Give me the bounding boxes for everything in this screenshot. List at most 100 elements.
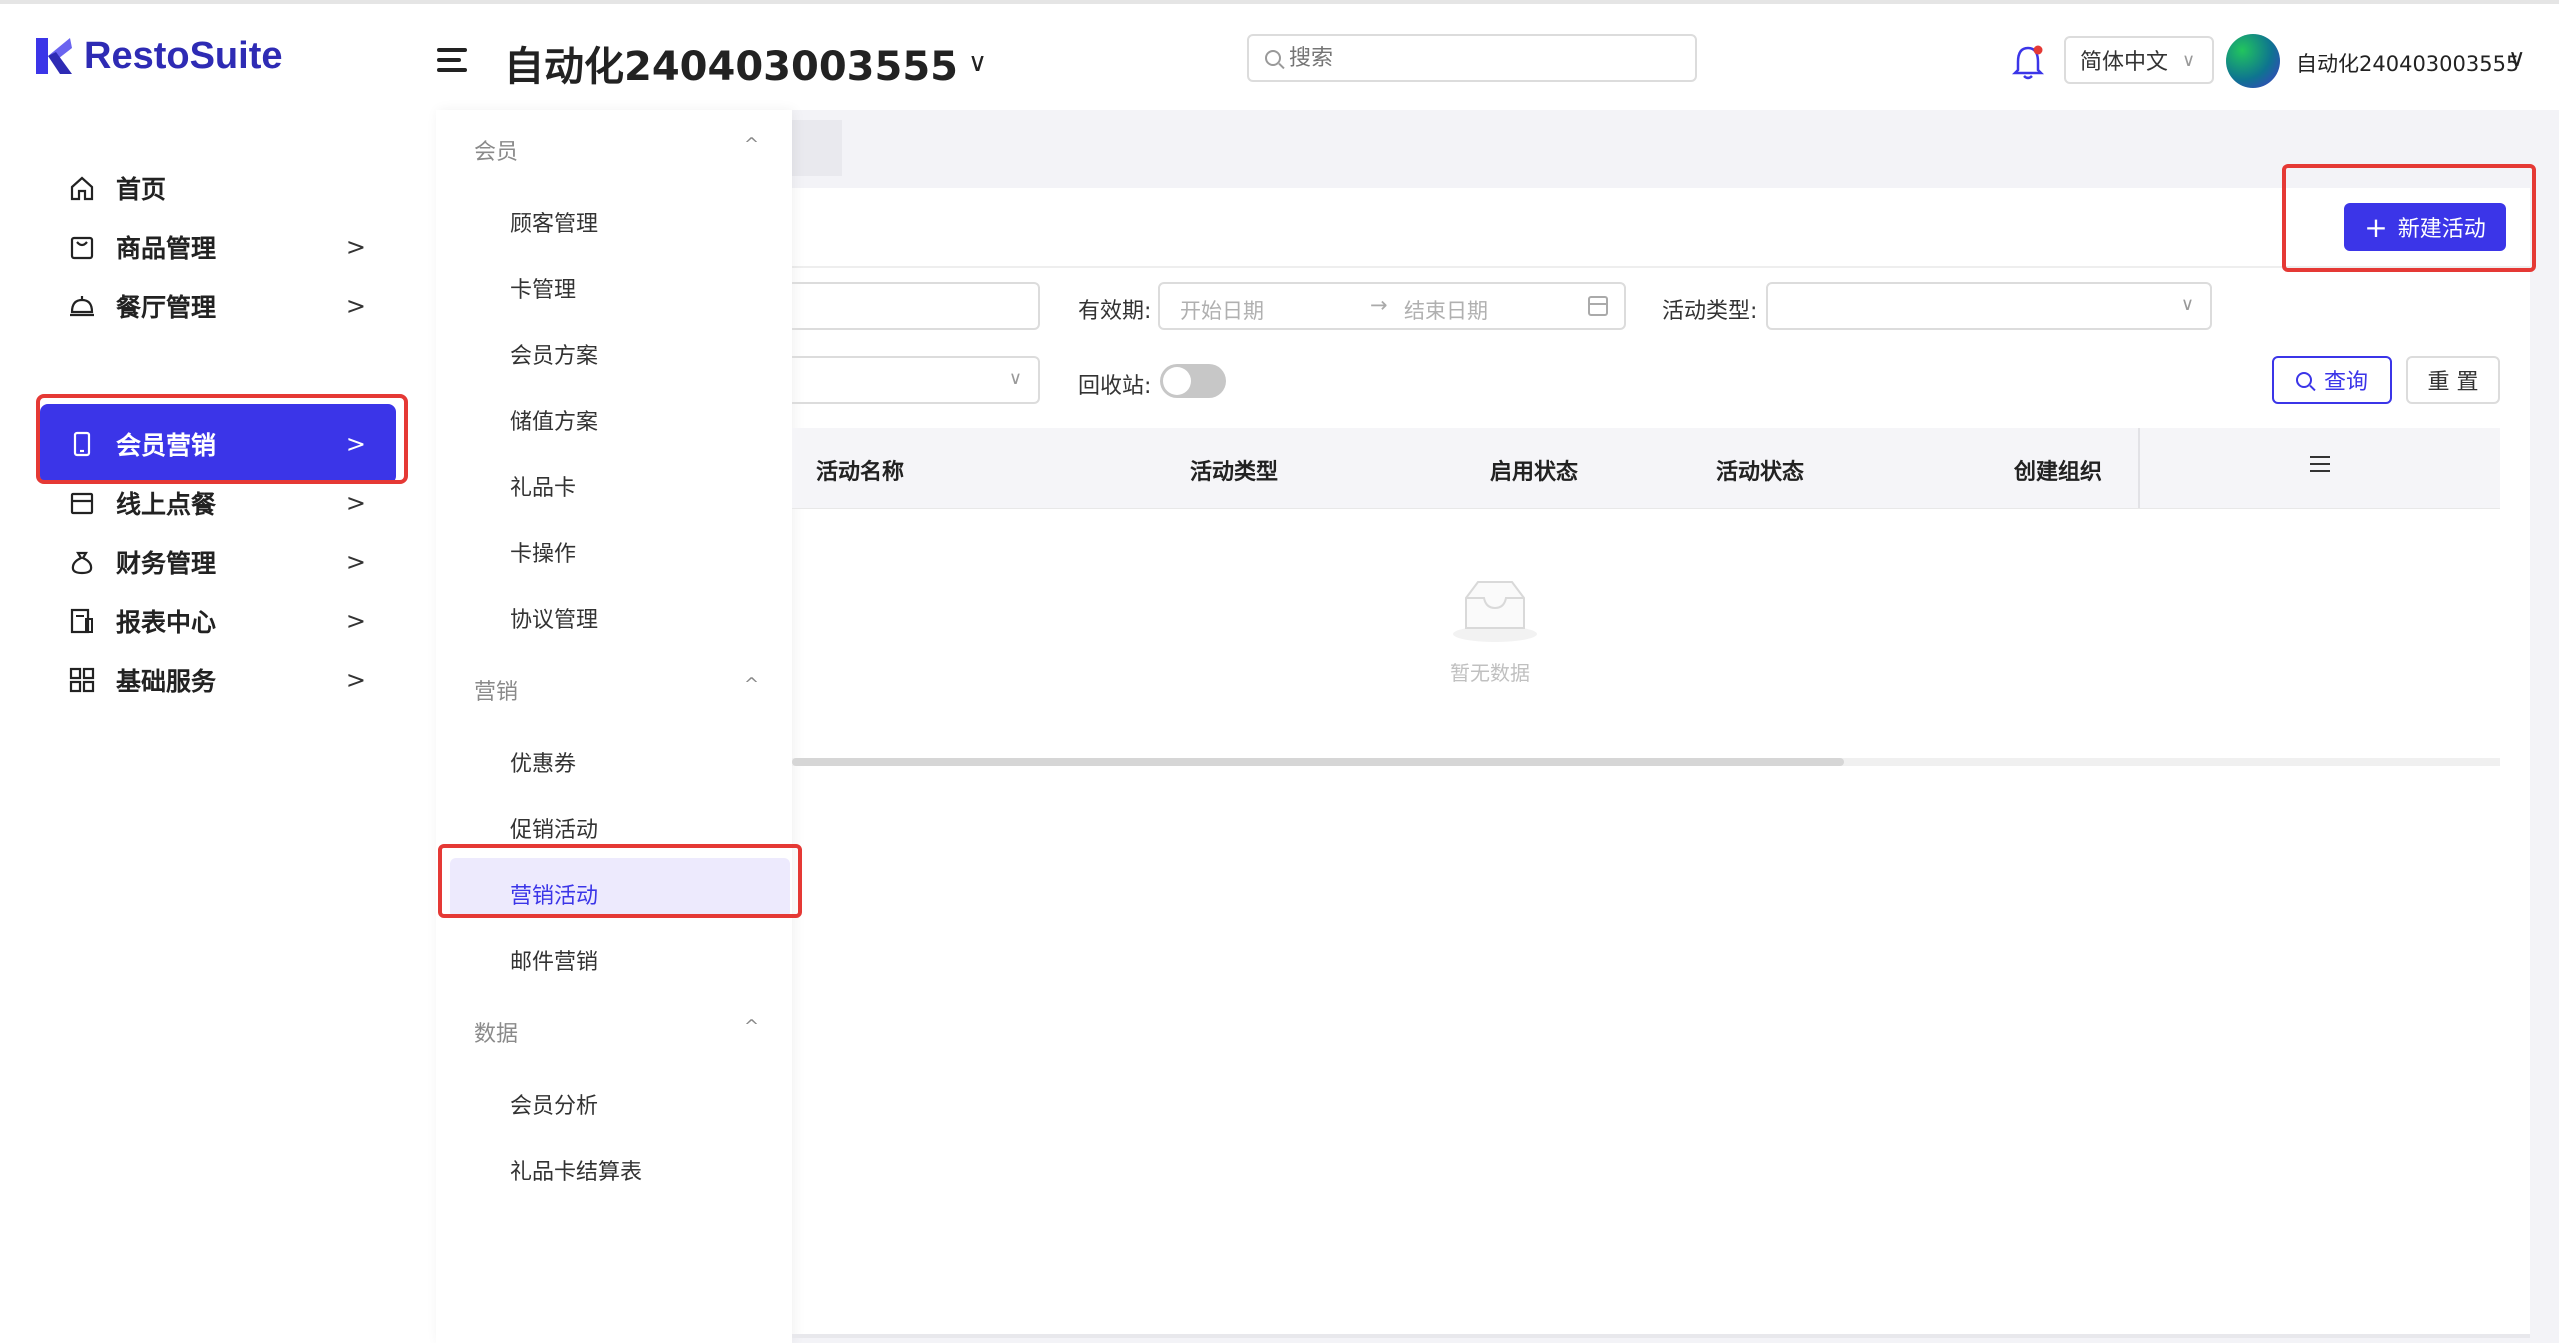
table-body-divider bbox=[792, 508, 2500, 509]
logo-text: RestoSuite bbox=[84, 34, 283, 77]
search-box[interactable] bbox=[1247, 34, 1697, 82]
query-button[interactable]: 查询 bbox=[2272, 356, 2392, 404]
tab-strip bbox=[792, 110, 2559, 186]
divider bbox=[792, 266, 2530, 268]
submenu-item-agreement-management[interactable]: 协议管理 bbox=[510, 602, 598, 634]
chevron-right-icon: > bbox=[345, 233, 366, 261]
campaign-type-label: 活动类型: bbox=[1662, 299, 1758, 324]
submenu-item-member-plan[interactable]: 会员方案 bbox=[510, 338, 598, 370]
name-filter-input[interactable] bbox=[792, 282, 1040, 330]
search-icon bbox=[2295, 372, 2312, 388]
sidebar-item-label: 线上点餐 bbox=[116, 490, 217, 519]
submenu-item-gift-card[interactable]: 礼品卡 bbox=[510, 470, 576, 502]
grid-icon bbox=[69, 667, 95, 693]
sidebar-item-label: 首页 bbox=[116, 175, 167, 204]
horizontal-scrollbar[interactable] bbox=[792, 758, 2500, 766]
submenu-panel: 会员 ^ 顾客管理 卡管理 会员方案 储值方案 礼品卡 卡操作 协议管理 营销 … bbox=[436, 110, 792, 1343]
submenu-item-member-analysis[interactable]: 会员分析 bbox=[510, 1088, 598, 1120]
notification-bell-icon[interactable] bbox=[2010, 42, 2046, 82]
end-date-placeholder: 结束日期 bbox=[1404, 299, 1488, 323]
chevron-right-icon: > bbox=[345, 292, 366, 320]
store-title: 自动化240403003555 bbox=[504, 44, 958, 90]
status-filter-select[interactable]: ∨ bbox=[792, 356, 1040, 404]
bag-icon bbox=[70, 236, 94, 260]
report-icon bbox=[70, 608, 93, 634]
chevron-up-icon[interactable]: ^ bbox=[744, 134, 759, 155]
chevron-down-icon: ∨ bbox=[2182, 49, 2196, 71]
plus-icon: + bbox=[2364, 210, 2388, 244]
app-header: RestoSuite 自动化240403003555 ∨ 简体中文 ∨ 自动化2… bbox=[0, 4, 2559, 110]
submenu-item-gift-card-settlement[interactable]: 礼品卡结算表 bbox=[510, 1154, 642, 1186]
username[interactable]: 自动化240403003555 bbox=[2296, 48, 2519, 78]
sidebar-item-basic-services[interactable]: 基础服务 > bbox=[40, 640, 396, 720]
sidebar-item-label: 报表中心 bbox=[116, 608, 217, 637]
submenu-group-member[interactable]: 会员 bbox=[474, 134, 518, 166]
search-icon bbox=[1265, 50, 1281, 66]
empty-state-text: 暂无数据 bbox=[1450, 661, 1530, 685]
column-header-campaign-type[interactable]: 活动类型 bbox=[1190, 454, 1278, 486]
chevron-up-icon[interactable]: ^ bbox=[744, 1016, 759, 1037]
column-header-created-org[interactable]: 创建组织 bbox=[2014, 454, 2102, 486]
menu-toggle-icon[interactable] bbox=[437, 48, 469, 80]
date-range-picker[interactable]: 开始日期 → 结束日期 bbox=[1158, 282, 1626, 330]
start-date-placeholder: 开始日期 bbox=[1180, 299, 1264, 323]
arrow-right-icon: → bbox=[1370, 293, 1388, 317]
chevron-right-icon: > bbox=[345, 607, 366, 635]
chevron-up-icon[interactable]: ^ bbox=[744, 674, 759, 695]
main-sidebar: 首页 商品管理 > 餐厅管理 > 会员营销 > 线上点餐 > 财务管理 > 报表… bbox=[0, 110, 430, 1343]
submenu-item-stored-value-plan[interactable]: 储值方案 bbox=[510, 404, 598, 436]
new-campaign-button[interactable]: + 新建活动 bbox=[2344, 203, 2506, 251]
chevron-down-icon: ∨ bbox=[967, 48, 988, 78]
query-label: 查询 bbox=[2323, 370, 2368, 395]
chevron-right-icon: > bbox=[345, 548, 366, 576]
submenu-item-customer-management[interactable]: 顾客管理 bbox=[510, 206, 598, 238]
submenu-group-data[interactable]: 数据 bbox=[474, 1016, 518, 1048]
submenu-item-marketing-campaign[interactable]: 营销活动 bbox=[510, 878, 598, 910]
sidebar-item-label: 会员营销 bbox=[116, 431, 217, 460]
column-header-campaign-name[interactable]: 活动名称 bbox=[816, 454, 904, 486]
submenu-group-marketing[interactable]: 营销 bbox=[474, 674, 518, 706]
submenu-item-card-operation[interactable]: 卡操作 bbox=[510, 536, 576, 568]
reset-label: 重 置 bbox=[2427, 370, 2479, 395]
chevron-right-icon: > bbox=[345, 666, 366, 694]
sidebar-item-label: 财务管理 bbox=[116, 549, 217, 578]
language-select[interactable]: 简体中文 ∨ bbox=[2064, 36, 2214, 84]
chevron-right-icon: > bbox=[345, 489, 366, 517]
cloche-icon bbox=[70, 296, 94, 317]
reset-button[interactable]: 重 置 bbox=[2406, 356, 2500, 404]
column-settings-icon[interactable] bbox=[2310, 456, 2330, 474]
tab[interactable] bbox=[792, 120, 842, 176]
tray-icon bbox=[70, 492, 94, 515]
search-input[interactable] bbox=[1289, 45, 1669, 71]
chevron-down-icon: ∨ bbox=[1008, 368, 1022, 389]
sidebar-item-label: 基础服务 bbox=[116, 667, 217, 696]
user-menu-chevron-icon[interactable]: ∨ bbox=[2508, 44, 2526, 72]
submenu-item-card-management[interactable]: 卡管理 bbox=[510, 272, 576, 304]
phone-icon bbox=[73, 431, 91, 457]
avatar[interactable] bbox=[2226, 34, 2280, 88]
submenu-active-background bbox=[450, 858, 790, 918]
campaign-type-select[interactable]: ∨ bbox=[1766, 282, 2212, 330]
calendar-icon bbox=[1588, 296, 1608, 316]
language-value: 简体中文 bbox=[2080, 50, 2169, 75]
toggle-knob bbox=[1163, 367, 1191, 395]
recycle-bin-toggle[interactable] bbox=[1160, 364, 1226, 398]
submenu-item-email-marketing[interactable]: 邮件营销 bbox=[510, 944, 598, 976]
chevron-right-icon: > bbox=[345, 430, 366, 458]
logo[interactable]: RestoSuite bbox=[32, 34, 282, 78]
submenu-item-promotion[interactable]: 促销活动 bbox=[510, 812, 598, 844]
sidebar-item-restaurant[interactable]: 餐厅管理 > bbox=[40, 266, 396, 346]
new-campaign-label: 新建活动 bbox=[2397, 217, 2486, 242]
submenu-item-coupon[interactable]: 优惠券 bbox=[510, 746, 576, 778]
restosuite-logo-icon bbox=[36, 38, 72, 74]
recycle-bin-label: 回收站: bbox=[1078, 374, 1152, 399]
money-bag-icon bbox=[71, 551, 93, 575]
store-selector[interactable]: 自动化240403003555 ∨ bbox=[504, 34, 987, 92]
sidebar-item-label: 餐厅管理 bbox=[116, 293, 217, 322]
panel-bottom-border bbox=[792, 1334, 2530, 1338]
table-header: 活动名称 活动类型 启用状态 活动状态 创建组织 bbox=[792, 428, 2500, 508]
scrollbar-thumb[interactable] bbox=[792, 758, 1844, 766]
home-icon bbox=[70, 176, 94, 201]
column-header-enable-status[interactable]: 启用状态 bbox=[1490, 454, 1578, 486]
column-header-campaign-status[interactable]: 活动状态 bbox=[1716, 454, 1804, 486]
